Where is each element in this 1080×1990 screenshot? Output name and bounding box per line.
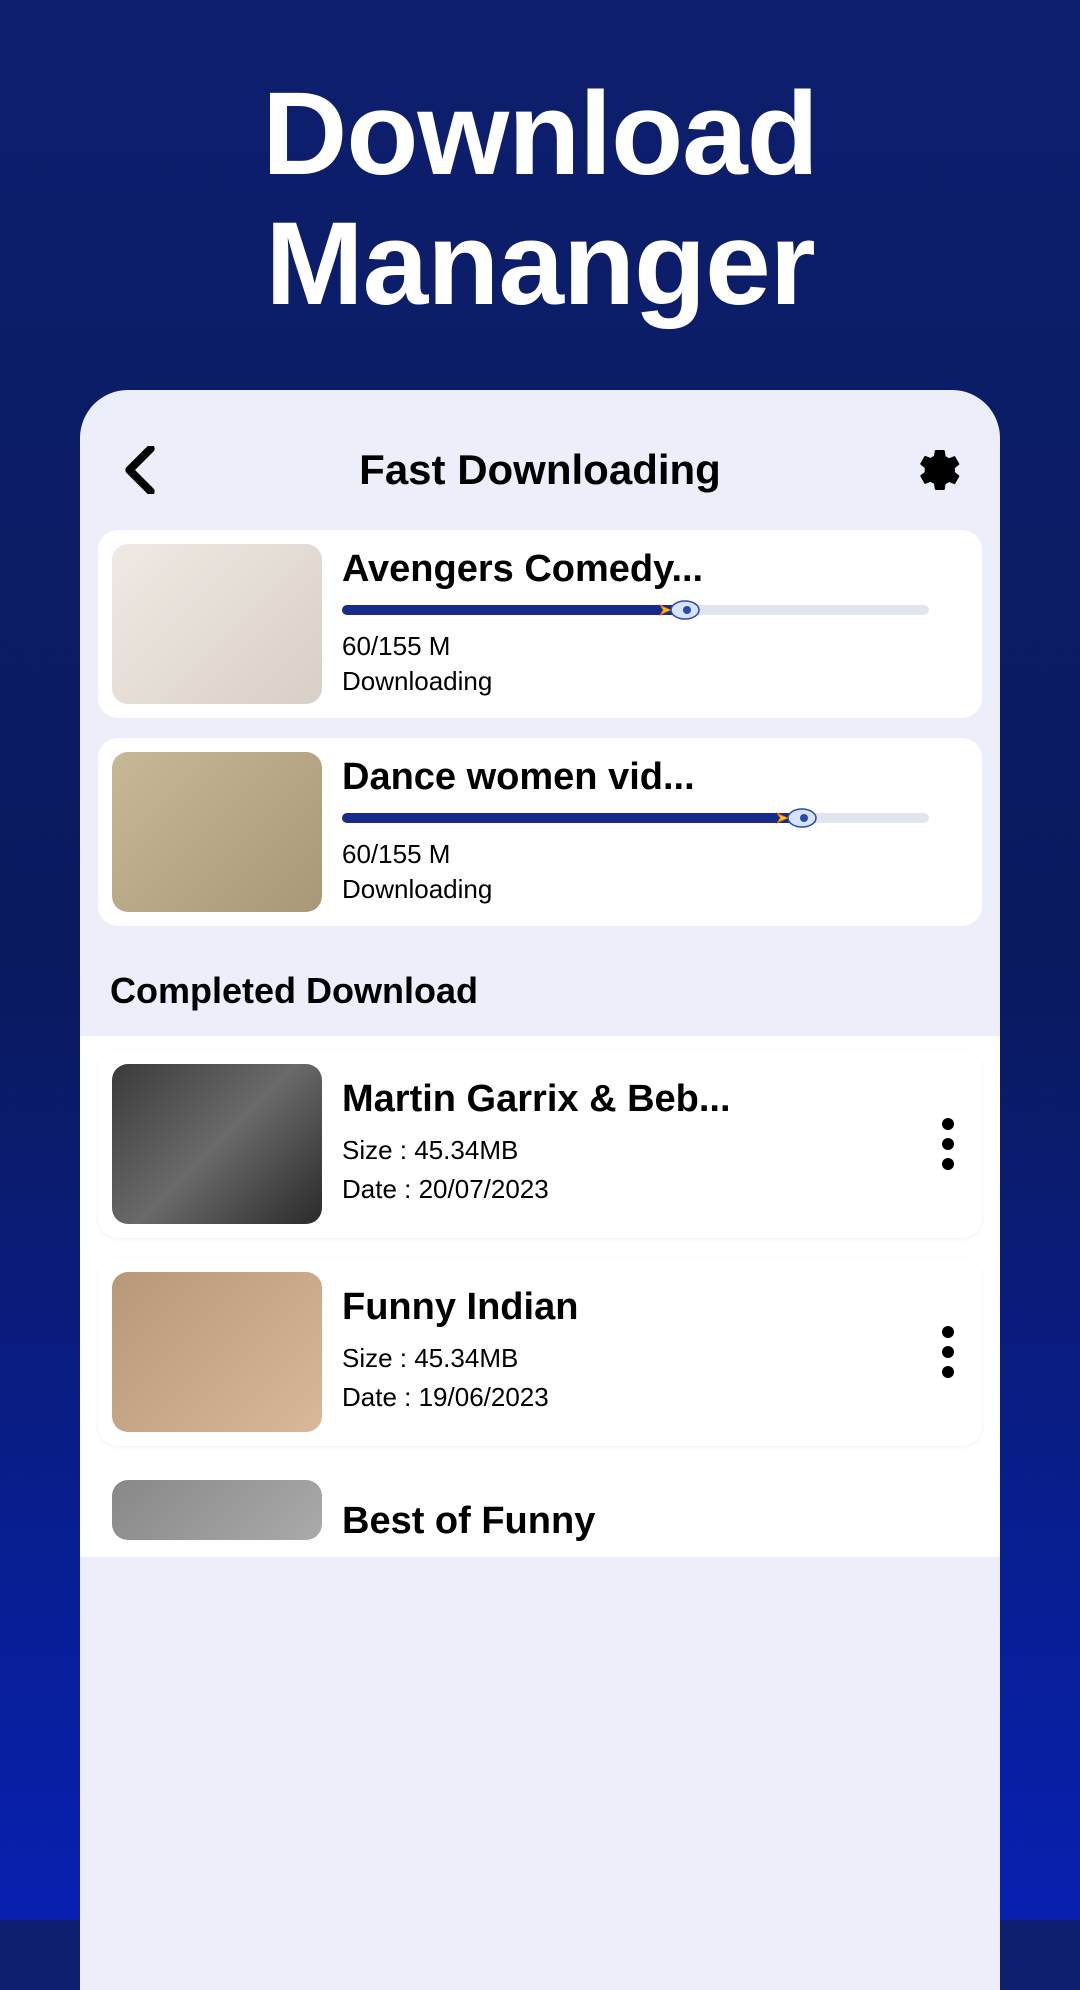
video-date: Date : 20/07/2023 bbox=[342, 1170, 908, 1209]
video-title: Avengers Comedy... bbox=[342, 548, 960, 591]
more-options-button[interactable] bbox=[928, 1316, 968, 1388]
app-frame: Fast Downloading Avengers Comedy... bbox=[80, 390, 1000, 1990]
completed-body: Martin Garrix & Beb... Size : 45.34MB Da… bbox=[342, 1078, 908, 1209]
video-size: Size : 45.34MB bbox=[342, 1339, 908, 1378]
video-thumbnail bbox=[112, 1272, 322, 1432]
progress-bar[interactable] bbox=[342, 813, 929, 823]
progress-text: 60/155 M Downloading bbox=[342, 837, 960, 907]
completed-item[interactable]: Funny Indian Size : 45.34MB Date : 19/06… bbox=[98, 1258, 982, 1446]
video-size: Size : 45.34MB bbox=[342, 1131, 908, 1170]
video-title: Best of Funny bbox=[342, 1480, 595, 1543]
rocket-icon bbox=[774, 805, 818, 831]
back-button[interactable] bbox=[110, 440, 170, 500]
progress-fill bbox=[342, 813, 800, 823]
progress-fill bbox=[342, 605, 683, 615]
progress-status: Downloading bbox=[342, 872, 960, 907]
chevron-left-icon bbox=[124, 446, 156, 494]
progress-bar[interactable] bbox=[342, 605, 929, 615]
progress-status: Downloading bbox=[342, 664, 960, 699]
completed-section: Martin Garrix & Beb... Size : 45.34MB Da… bbox=[80, 1036, 1000, 1557]
video-thumbnail bbox=[112, 544, 322, 704]
video-thumbnail bbox=[112, 752, 322, 912]
video-date: Date : 19/06/2023 bbox=[342, 1378, 908, 1417]
more-options-button[interactable] bbox=[928, 1108, 968, 1180]
settings-button[interactable] bbox=[910, 440, 970, 500]
video-title: Funny Indian bbox=[342, 1286, 908, 1329]
section-title-completed: Completed Download bbox=[98, 946, 982, 1036]
downloading-body: Dance women vid... 60/155 M Downloading bbox=[342, 752, 968, 912]
completed-item[interactable]: Best of Funny bbox=[98, 1466, 982, 1557]
downloading-item[interactable]: Avengers Comedy... 60/155 M Downloading bbox=[98, 530, 982, 718]
promo-line-2: Mananger bbox=[40, 200, 1040, 330]
page-title: Fast Downloading bbox=[359, 446, 721, 494]
app-header: Fast Downloading bbox=[80, 420, 1000, 530]
video-thumbnail bbox=[112, 1480, 322, 1540]
promo-title: Download Mananger bbox=[0, 0, 1080, 390]
content-area: Avengers Comedy... 60/155 M Downloading … bbox=[80, 530, 1000, 1557]
video-thumbnail bbox=[112, 1064, 322, 1224]
progress-amount: 60/155 M bbox=[342, 629, 960, 664]
promo-line-1: Download bbox=[40, 70, 1040, 200]
rocket-icon bbox=[657, 597, 701, 623]
downloading-body: Avengers Comedy... 60/155 M Downloading bbox=[342, 544, 968, 704]
video-title: Dance women vid... bbox=[342, 756, 960, 799]
progress-text: 60/155 M Downloading bbox=[342, 629, 960, 699]
progress-amount: 60/155 M bbox=[342, 837, 960, 872]
video-title: Martin Garrix & Beb... bbox=[342, 1078, 908, 1121]
downloading-item[interactable]: Dance women vid... 60/155 M Downloading bbox=[98, 738, 982, 926]
dots-vertical-icon bbox=[942, 1326, 954, 1338]
dots-vertical-icon bbox=[942, 1118, 954, 1130]
completed-item[interactable]: Martin Garrix & Beb... Size : 45.34MB Da… bbox=[98, 1050, 982, 1238]
gear-icon bbox=[916, 446, 964, 494]
completed-body: Funny Indian Size : 45.34MB Date : 19/06… bbox=[342, 1286, 908, 1417]
